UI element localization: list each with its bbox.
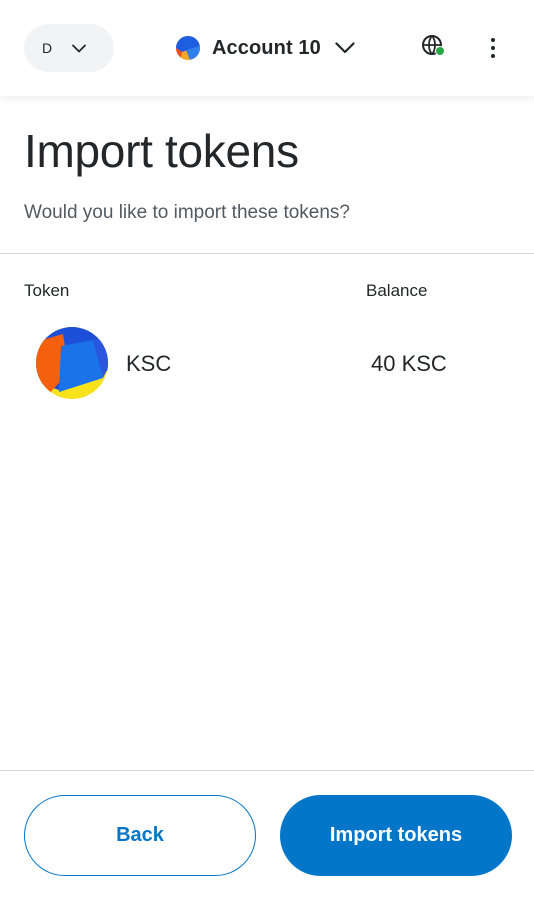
ksc-token-icon — [36, 327, 108, 399]
page-subtitle: Would you like to import these tokens? — [24, 202, 350, 223]
account-avatar-icon — [176, 36, 200, 60]
column-header-balance: Balance — [366, 281, 428, 300]
menu-dot — [491, 38, 495, 42]
account-picker[interactable]: Account 10 — [176, 30, 355, 66]
chevron-down-icon — [335, 42, 355, 54]
menu-dot — [491, 54, 495, 58]
network-picker[interactable]: D — [24, 24, 114, 72]
menu-dot — [491, 46, 495, 50]
account-options-menu-button[interactable] — [484, 36, 502, 62]
divider — [0, 770, 534, 771]
connected-sites-button[interactable] — [420, 34, 450, 60]
page-title: Import tokens — [24, 125, 299, 177]
token-row: KSC 40 KSC — [0, 326, 534, 400]
globe-icon — [422, 35, 445, 56]
network-avatar: D — [42, 40, 53, 56]
column-header-token: Token — [24, 281, 70, 300]
divider — [0, 253, 534, 254]
connection-status-dot — [436, 47, 444, 55]
token-symbol: KSC — [126, 351, 172, 376]
back-button[interactable]: Back — [24, 795, 256, 876]
app-header: D Account 10 — [0, 0, 534, 96]
chevron-down-icon — [72, 44, 87, 52]
token-balance: 40 KSC — [371, 351, 447, 376]
account-name: Account 10 — [212, 36, 321, 59]
import-tokens-button[interactable]: Import tokens — [280, 795, 512, 876]
